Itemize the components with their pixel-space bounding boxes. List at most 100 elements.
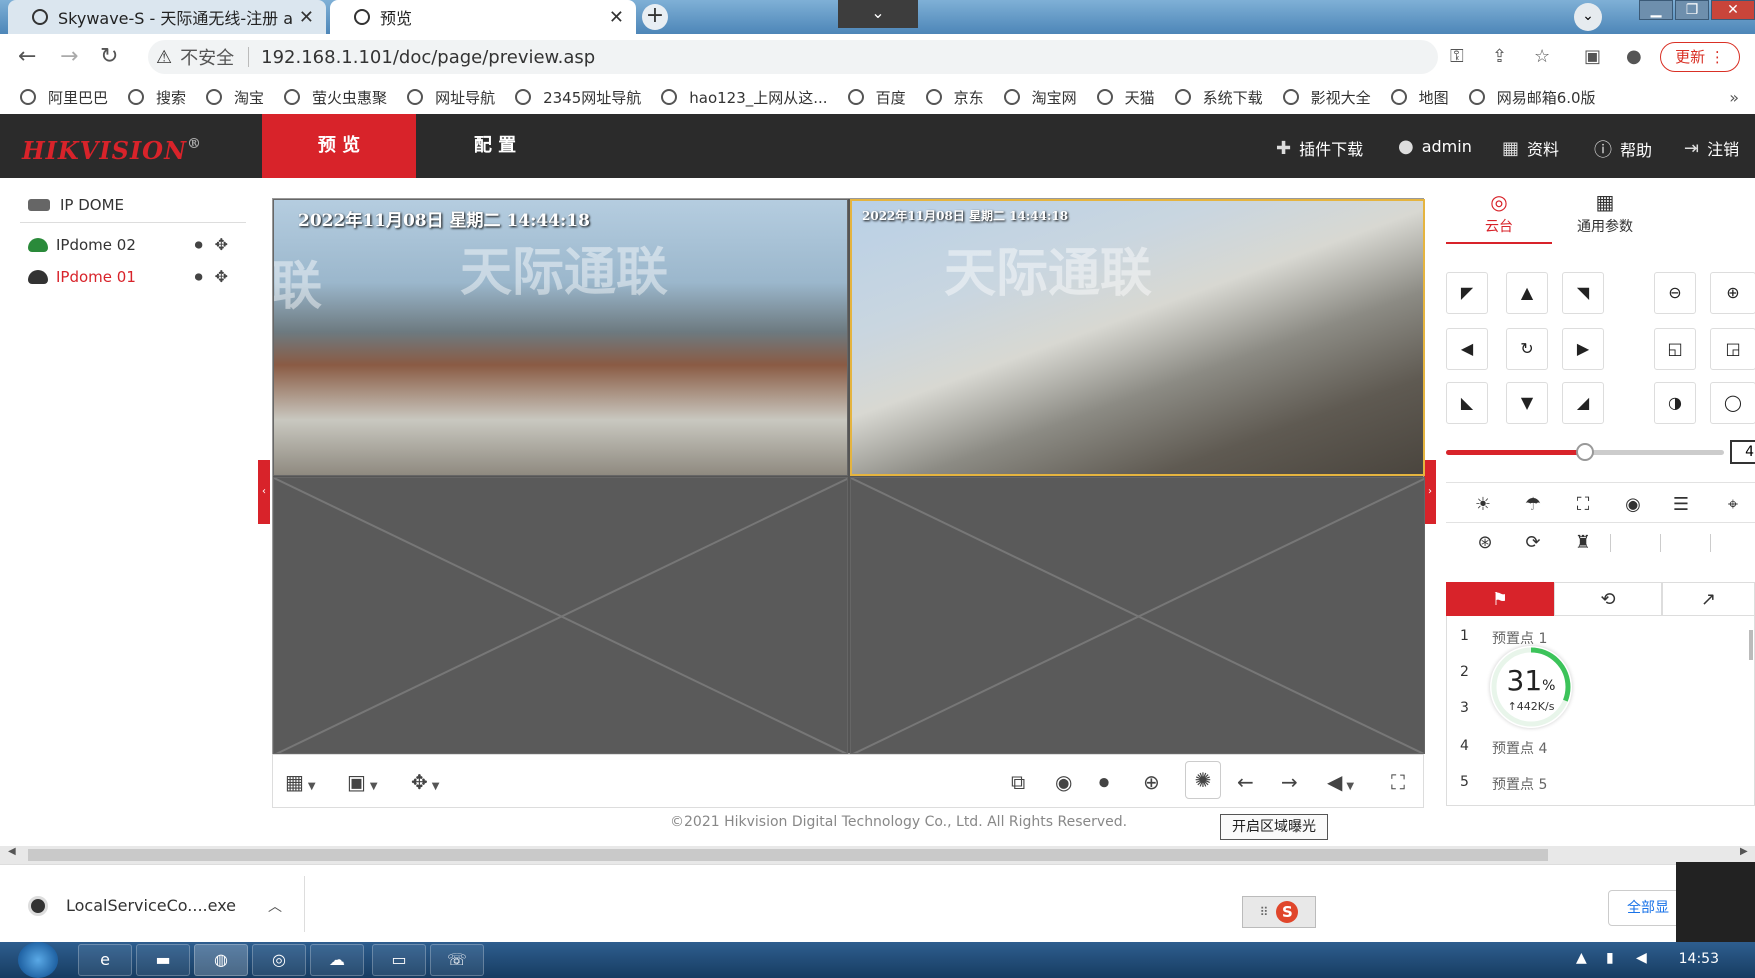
plugin-download-link[interactable]: ✚ 插件下载: [1276, 136, 1363, 160]
scrollbar-thumb[interactable]: [28, 849, 1548, 861]
one-touch-icon[interactable]: ♜: [1568, 532, 1598, 553]
record-icon[interactable]: ⏺: [195, 235, 203, 255]
bookmark-item[interactable]: 网址导航: [407, 87, 495, 108]
bookmark-item[interactable]: 京东: [925, 87, 984, 108]
lens-init-icon[interactable]: ◉: [1618, 494, 1648, 515]
tray-battery-icon[interactable]: ▮: [1606, 950, 1614, 966]
share-icon[interactable]: ⇪: [1492, 46, 1507, 67]
window-close-button[interactable]: ✕: [1711, 0, 1755, 20]
tray-expand-icon[interactable]: ▲: [1576, 950, 1587, 966]
new-tab-button[interactable]: +: [642, 4, 668, 30]
tab-search-button[interactable]: ⌄: [1574, 3, 1602, 31]
tab-pattern[interactable]: ↗: [1662, 582, 1755, 616]
prev-page-icon[interactable]: ←: [1237, 770, 1254, 794]
preset-row[interactable]: 4 预置点 4: [1460, 738, 1547, 758]
video-window-1[interactable]: 天际通联 联 2022年11月08日 星期二 14:44:18: [273, 199, 848, 476]
key-icon[interactable]: ⚿: [1450, 46, 1464, 67]
info-link[interactable]: ▦ 资料: [1502, 136, 1559, 160]
download-options-icon[interactable]: ︿: [268, 896, 282, 916]
preset-row[interactable]: 3: [1460, 700, 1492, 716]
bookmark-star-icon[interactable]: ☆: [1534, 46, 1550, 67]
tab-patrol[interactable]: ⟲: [1554, 582, 1662, 616]
zoom-in-button[interactable]: ⊕: [1710, 272, 1755, 314]
zoom-in-icon[interactable]: ⊕: [1143, 770, 1160, 794]
browser-tab-preview[interactable]: 预览 ✕: [330, 0, 636, 34]
ptz-auto-rotate-button[interactable]: ↻: [1506, 328, 1548, 370]
download-file-name[interactable]: LocalServiceCo....exe: [66, 896, 236, 915]
insecure-label[interactable]: 不安全: [180, 44, 234, 70]
preset-row[interactable]: 1 预置点 1: [1460, 628, 1547, 648]
back-icon[interactable]: ←: [18, 44, 36, 69]
ptz-down-button[interactable]: ▼: [1506, 382, 1548, 424]
scroll-right-icon[interactable]: ▶: [1740, 846, 1748, 857]
device-item-ipdome-01[interactable]: IPdome 01 ⏺ ✥: [28, 267, 228, 287]
minimize-button[interactable]: ▁: [1639, 0, 1673, 20]
tab-close-icon[interactable]: ✕: [609, 7, 624, 28]
taskbar-clock[interactable]: 14:53: [1679, 951, 1719, 967]
reload-icon[interactable]: ↻: [100, 44, 118, 69]
url-text[interactable]: 192.168.1.101/doc/page/preview.asp: [261, 47, 595, 68]
ptz-grid-icon[interactable]: ✥ ▼: [411, 770, 439, 794]
bookmark-item[interactable]: 百度: [847, 87, 906, 108]
ptz-down-left-button[interactable]: ◣: [1446, 382, 1488, 424]
tab-preset[interactable]: ⚑: [1446, 582, 1554, 616]
wiper-icon[interactable]: ☂: [1518, 494, 1548, 515]
nav-preview-tab[interactable]: 预 览: [262, 114, 416, 178]
focus-near-button[interactable]: ◱: [1654, 328, 1696, 370]
bookmark-item[interactable]: hao123_上网从这...: [661, 87, 828, 108]
park-action-icon[interactable]: ⟳: [1518, 532, 1548, 553]
bookmark-item[interactable]: 网易邮箱6.0版: [1468, 87, 1596, 108]
next-page-icon[interactable]: →: [1281, 770, 1298, 794]
start-button[interactable]: [18, 942, 58, 978]
ime-toolbar[interactable]: ⠿ S: [1242, 896, 1316, 928]
taskbar-360-icon[interactable]: ◎: [252, 944, 306, 976]
sidebar-icon[interactable]: ▣: [1584, 46, 1601, 67]
bookmark-item[interactable]: 淘宝: [206, 87, 264, 108]
help-link[interactable]: ⓘ 帮助: [1594, 136, 1652, 162]
logout-link[interactable]: ⇥ 注销: [1684, 136, 1739, 160]
video-window-4[interactable]: [850, 477, 1425, 754]
ptz-icon[interactable]: ✥: [215, 235, 228, 255]
ptz-up-left-button[interactable]: ◤: [1446, 272, 1488, 314]
user-link[interactable]: ● admin: [1398, 136, 1472, 157]
bookmark-item[interactable]: 阿里巴巴: [20, 87, 108, 108]
profile-icon[interactable]: ●: [1626, 46, 1642, 67]
right-panel-toggle[interactable]: ›: [1424, 460, 1436, 524]
auxiliary-focus-icon[interactable]: ⛶: [1568, 494, 1598, 515]
preset-row[interactable]: 5 预置点 5: [1460, 774, 1547, 794]
video-window-3[interactable]: [273, 477, 848, 754]
taskbar-cmd-icon[interactable]: ▭: [372, 944, 426, 976]
ptz-up-button[interactable]: ▲: [1506, 272, 1548, 314]
tab-common-params[interactable]: ▦ 通用参数: [1552, 180, 1658, 244]
fullscreen-icon[interactable]: ⛶: [1391, 770, 1405, 794]
audio-icon[interactable]: ◀ ▼: [1327, 770, 1354, 794]
device-tree-root[interactable]: IP DOME: [28, 196, 124, 214]
taskbar-wechat-icon[interactable]: ☁: [310, 944, 364, 976]
capture-icon[interactable]: ◉: [1055, 770, 1072, 794]
bookmark-item[interactable]: 系统下载: [1174, 87, 1263, 108]
stream-select-icon[interactable]: ▣ ▼: [347, 770, 378, 794]
update-button[interactable]: 更新 ⋮: [1660, 42, 1740, 72]
bookmark-item[interactable]: 2345网址导航: [515, 87, 641, 108]
layout-select-icon[interactable]: ▦ ▼: [285, 770, 316, 794]
bookmark-item[interactable]: 地图: [1390, 87, 1449, 108]
region-exposure-icon[interactable]: ✺: [1185, 761, 1221, 799]
url-field[interactable]: ⚠ 不安全 192.168.1.101/doc/page/preview.asp: [148, 40, 1438, 74]
preset-row[interactable]: 2: [1460, 664, 1492, 680]
record-icon[interactable]: ⏺: [1099, 770, 1109, 794]
ptz-up-right-button[interactable]: ◥: [1562, 272, 1604, 314]
iris-close-button[interactable]: ◑: [1654, 382, 1696, 424]
bookmarks-more-icon[interactable]: »: [1729, 88, 1739, 107]
forward-icon[interactable]: →: [60, 44, 78, 69]
3d-zoom-icon[interactable]: ⊛: [1470, 532, 1500, 553]
bookmark-item[interactable]: 天猫: [1096, 87, 1155, 108]
bookmark-item[interactable]: 萤火虫惠聚: [284, 87, 387, 108]
preset-scrollbar[interactable]: [1749, 630, 1753, 660]
tab-ptz[interactable]: ◎ 云台: [1446, 180, 1552, 244]
device-item-ipdome-02[interactable]: IPdome 02 ⏺ ✥: [28, 235, 228, 255]
taskbar-app-icon[interactable]: ☏: [430, 944, 484, 976]
ptz-icon[interactable]: ✥: [215, 267, 228, 287]
ptz-right-button[interactable]: ▶: [1562, 328, 1604, 370]
menu-icon[interactable]: ☰: [1666, 494, 1696, 515]
browser-tab-skywave[interactable]: Skywave-S - 天际通无线-注册 a ✕: [8, 0, 326, 34]
